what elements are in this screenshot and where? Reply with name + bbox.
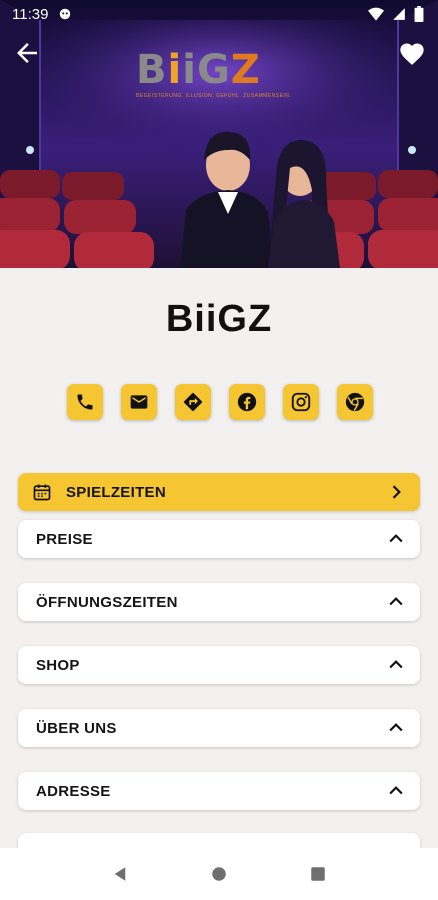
- section-label: ÜBER UNS: [36, 719, 117, 737]
- chevron-right-icon: [392, 485, 401, 499]
- directions-button[interactable]: [175, 384, 211, 420]
- section-label: SPIELZEITEN: [66, 483, 166, 501]
- chevron-up-icon: [389, 534, 403, 543]
- wifi-icon: [368, 7, 384, 21]
- favorite-button[interactable]: [398, 40, 426, 68]
- venue-logo: BiiGZ BEGEISTERUNG. ILLUSION. GEFÜHL. ZU…: [136, 50, 306, 102]
- battery-icon: [414, 6, 424, 22]
- calendar-icon: [33, 484, 51, 501]
- section-label: ADRESSE: [36, 782, 111, 800]
- phone-icon: [77, 394, 93, 410]
- signal-icon: [393, 8, 405, 20]
- directions-icon: [183, 392, 203, 412]
- section-label: SHOP: [36, 656, 80, 674]
- section-label: ÖFFNUNGSZEITEN: [36, 593, 178, 611]
- section-spielzeiten[interactable]: SPIELZEITEN: [18, 473, 420, 511]
- back-button[interactable]: [12, 38, 42, 68]
- venue-name: BiiGZ: [165, 298, 273, 340]
- section-label: PREISE: [36, 530, 93, 548]
- email-icon: [130, 395, 148, 409]
- nav-home-icon[interactable]: [210, 865, 228, 883]
- section-ueber-uns[interactable]: ÜBER UNS: [18, 709, 420, 747]
- nav-back-icon[interactable]: [111, 865, 129, 883]
- website-button[interactable]: [337, 384, 373, 420]
- section-oeffnungszeiten[interactable]: ÖFFNUNGSZEITEN: [18, 583, 420, 621]
- status-time: 11:39: [12, 5, 49, 23]
- phone-button[interactable]: [67, 384, 103, 420]
- facebook-button[interactable]: [229, 384, 265, 420]
- notification-icon: [60, 8, 71, 20]
- instagram-icon: [291, 392, 311, 412]
- status-bar: 11:39: [0, 0, 438, 28]
- section-adresse[interactable]: ADRESSE: [18, 772, 420, 810]
- contact-buttons: [67, 384, 373, 420]
- email-button[interactable]: [121, 384, 157, 420]
- facebook-icon: [237, 392, 257, 412]
- heart-icon: [400, 43, 424, 65]
- chevron-up-icon: [389, 723, 403, 732]
- chevron-up-icon: [389, 660, 403, 669]
- logo-tagline: BEGEISTERUNG. ILLUSION. GEFÜHL. ZUSAMMEN…: [136, 93, 292, 99]
- chevron-up-icon: [389, 597, 403, 606]
- cinema-hero-image: [0, 0, 438, 268]
- website-icon: [345, 392, 365, 412]
- hero-banner: BiiGZ BEGEISTERUNG. ILLUSION. GEFÜHL. ZU…: [0, 0, 438, 268]
- nav-recents-icon[interactable]: [309, 865, 327, 883]
- section-preise[interactable]: PREISE: [18, 520, 420, 558]
- chevron-up-icon: [389, 786, 403, 795]
- system-nav-bar: [0, 848, 438, 900]
- arrow-left-icon: [17, 43, 37, 63]
- instagram-button[interactable]: [283, 384, 319, 420]
- section-shop[interactable]: SHOP: [18, 646, 420, 684]
